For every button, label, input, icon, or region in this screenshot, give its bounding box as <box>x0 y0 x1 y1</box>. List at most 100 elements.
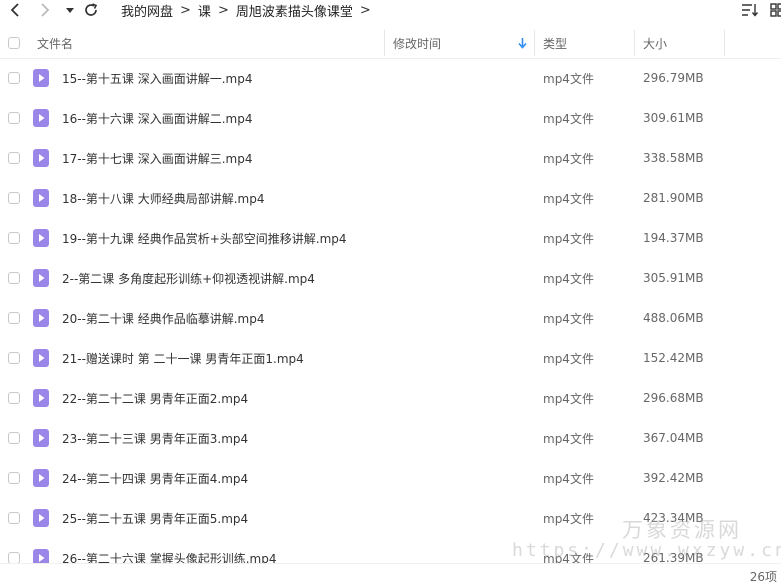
file-name[interactable]: 18--第十八课 大师经典局部讲解.mp4 <box>62 178 265 218</box>
video-file-icon <box>33 98 49 138</box>
file-name[interactable]: 24--第二十四课 男青年正面4.mp4 <box>62 458 248 498</box>
file-name[interactable]: 17--第十七课 深入画面讲解三.mp4 <box>62 138 253 178</box>
table-row[interactable]: 15--第十五课 深入画面讲解一.mp4 mp4文件 296.79MB <box>0 58 781 98</box>
file-list: 15--第十五课 深入画面讲解一.mp4 mp4文件 296.79MB 16--… <box>0 58 781 563</box>
row-checkbox[interactable] <box>8 338 20 378</box>
table-row[interactable]: 23--第二十三课 男青年正面3.mp4 mp4文件 367.04MB <box>0 418 781 458</box>
file-size: 488.06MB <box>643 311 704 325</box>
file-type: mp4文件 <box>543 111 594 126</box>
file-name[interactable]: 22--第二十二课 男青年正面2.mp4 <box>62 378 248 418</box>
column-divider <box>384 30 385 56</box>
row-checkbox[interactable] <box>8 298 20 338</box>
back-button[interactable] <box>4 0 26 20</box>
video-file-icon <box>33 298 49 338</box>
row-checkbox[interactable] <box>8 58 20 98</box>
refresh-button[interactable] <box>81 0 101 20</box>
table-row[interactable]: 17--第十七课 深入画面讲解三.mp4 mp4文件 338.58MB <box>0 138 781 178</box>
forward-button[interactable] <box>34 0 56 20</box>
row-checkbox[interactable] <box>8 498 20 538</box>
table-row[interactable]: 16--第十六课 深入画面讲解二.mp4 mp4文件 309.61MB <box>0 98 781 138</box>
column-header-modified[interactable]: 修改时间 <box>393 28 441 58</box>
column-header-size[interactable]: 大小 <box>643 28 667 58</box>
refresh-icon <box>85 3 98 16</box>
file-size: 305.91MB <box>643 271 704 285</box>
table-row[interactable]: 19--第十九课 经典作品赏析+头部空间推移讲解.mp4 mp4文件 194.3… <box>0 218 781 258</box>
file-type: mp4文件 <box>543 191 594 206</box>
row-checkbox[interactable] <box>8 98 20 138</box>
video-file-icon <box>33 338 49 378</box>
table-row[interactable]: 26--第二十六课 掌握头像起形训练.mp4 mp4文件 261.39MB <box>0 538 781 563</box>
file-type: mp4文件 <box>543 231 594 246</box>
file-type: mp4文件 <box>543 431 594 446</box>
row-checkbox[interactable] <box>8 218 20 258</box>
video-file-icon <box>33 218 49 258</box>
file-type: mp4文件 <box>543 351 594 366</box>
column-divider <box>634 30 635 56</box>
table-row[interactable]: 21--赠送课时 第 二十一课 男青年正面1.mp4 mp4文件 152.42M… <box>0 338 781 378</box>
item-count: 26项 <box>749 570 777 584</box>
table-row[interactable]: 18--第十八课 大师经典局部讲解.mp4 mp4文件 281.90MB <box>0 178 781 218</box>
table-row[interactable]: 2--第二课 多角度起形训练+仰视透视讲解.mp4 mp4文件 305.91MB <box>0 258 781 298</box>
file-type: mp4文件 <box>543 471 594 486</box>
file-size: 194.37MB <box>643 231 704 245</box>
file-size: 281.90MB <box>643 191 704 205</box>
file-type: mp4文件 <box>543 391 594 406</box>
breadcrumb-separator-icon: > <box>359 2 371 18</box>
table-row[interactable]: 22--第二十二课 男青年正面2.mp4 mp4文件 296.68MB <box>0 378 781 418</box>
file-type: mp4文件 <box>543 511 594 526</box>
file-name[interactable]: 2--第二课 多角度起形训练+仰视透视讲解.mp4 <box>62 258 315 298</box>
video-file-icon <box>33 178 49 218</box>
video-file-icon <box>33 498 49 538</box>
breadcrumb-separator-icon: > <box>217 2 229 18</box>
column-header-name[interactable]: 文件名 <box>37 28 73 58</box>
history-dropdown[interactable] <box>63 0 77 20</box>
view-mode-button[interactable] <box>770 0 781 20</box>
row-checkbox[interactable] <box>8 258 20 298</box>
video-file-icon <box>33 378 49 418</box>
breadcrumb-item-current-folder[interactable]: 周旭波素描头像课堂 <box>236 1 353 20</box>
column-divider <box>724 30 725 56</box>
row-checkbox[interactable] <box>8 538 20 563</box>
row-checkbox[interactable] <box>8 178 20 218</box>
video-file-icon <box>33 538 49 563</box>
chevron-right-icon <box>41 3 50 17</box>
video-file-icon <box>33 138 49 178</box>
breadcrumb-item-course[interactable]: 课 <box>198 1 211 20</box>
file-type: mp4文件 <box>543 311 594 326</box>
table-row[interactable]: 25--第二十五课 男青年正面5.mp4 mp4文件 423.34MB <box>0 498 781 538</box>
file-type: mp4文件 <box>543 271 594 286</box>
file-type: mp4文件 <box>543 71 594 86</box>
file-size: 338.58MB <box>643 151 704 165</box>
file-name[interactable]: 20--第二十课 经典作品临摹讲解.mp4 <box>62 298 265 338</box>
breadcrumb-item-my-drive[interactable]: 我的网盘 <box>121 1 173 20</box>
column-header-type[interactable]: 类型 <box>543 28 567 58</box>
file-name[interactable]: 26--第二十六课 掌握头像起形训练.mp4 <box>62 538 277 564</box>
file-name[interactable]: 15--第十五课 深入画面讲解一.mp4 <box>62 58 253 98</box>
file-size: 261.39MB <box>643 551 704 563</box>
row-checkbox[interactable] <box>8 418 20 458</box>
breadcrumb: 我的网盘 > 课 > 周旭波素描头像课堂 > <box>121 0 378 20</box>
video-file-icon <box>33 258 49 298</box>
chevron-left-icon <box>10 3 19 17</box>
table-row[interactable]: 24--第二十四课 男青年正面4.mp4 mp4文件 392.42MB <box>0 458 781 498</box>
file-size: 423.34MB <box>643 511 704 525</box>
row-checkbox[interactable] <box>8 138 20 178</box>
table-row[interactable]: 20--第二十课 经典作品临摹讲解.mp4 mp4文件 488.06MB <box>0 298 781 338</box>
status-bar: 26项 <box>0 563 781 586</box>
file-size: 309.61MB <box>643 111 704 125</box>
row-checkbox[interactable] <box>8 378 20 418</box>
file-name[interactable]: 19--第十九课 经典作品赏析+头部空间推移讲解.mp4 <box>62 218 347 258</box>
file-size: 296.68MB <box>643 391 704 405</box>
caret-down-icon <box>66 8 74 13</box>
file-name[interactable]: 21--赠送课时 第 二十一课 男青年正面1.mp4 <box>62 338 304 378</box>
row-checkbox[interactable] <box>8 458 20 498</box>
file-name[interactable]: 25--第二十五课 男青年正面5.mp4 <box>62 498 248 538</box>
file-name[interactable]: 23--第二十三课 男青年正面3.mp4 <box>62 418 248 458</box>
file-type: mp4文件 <box>543 551 594 564</box>
video-file-icon <box>33 58 49 98</box>
grid-view-icon <box>770 3 781 17</box>
file-size: 296.79MB <box>643 71 704 85</box>
file-name[interactable]: 16--第十六课 深入画面讲解二.mp4 <box>62 98 253 138</box>
select-all-checkbox[interactable] <box>8 28 20 58</box>
sort-button[interactable] <box>741 0 759 20</box>
